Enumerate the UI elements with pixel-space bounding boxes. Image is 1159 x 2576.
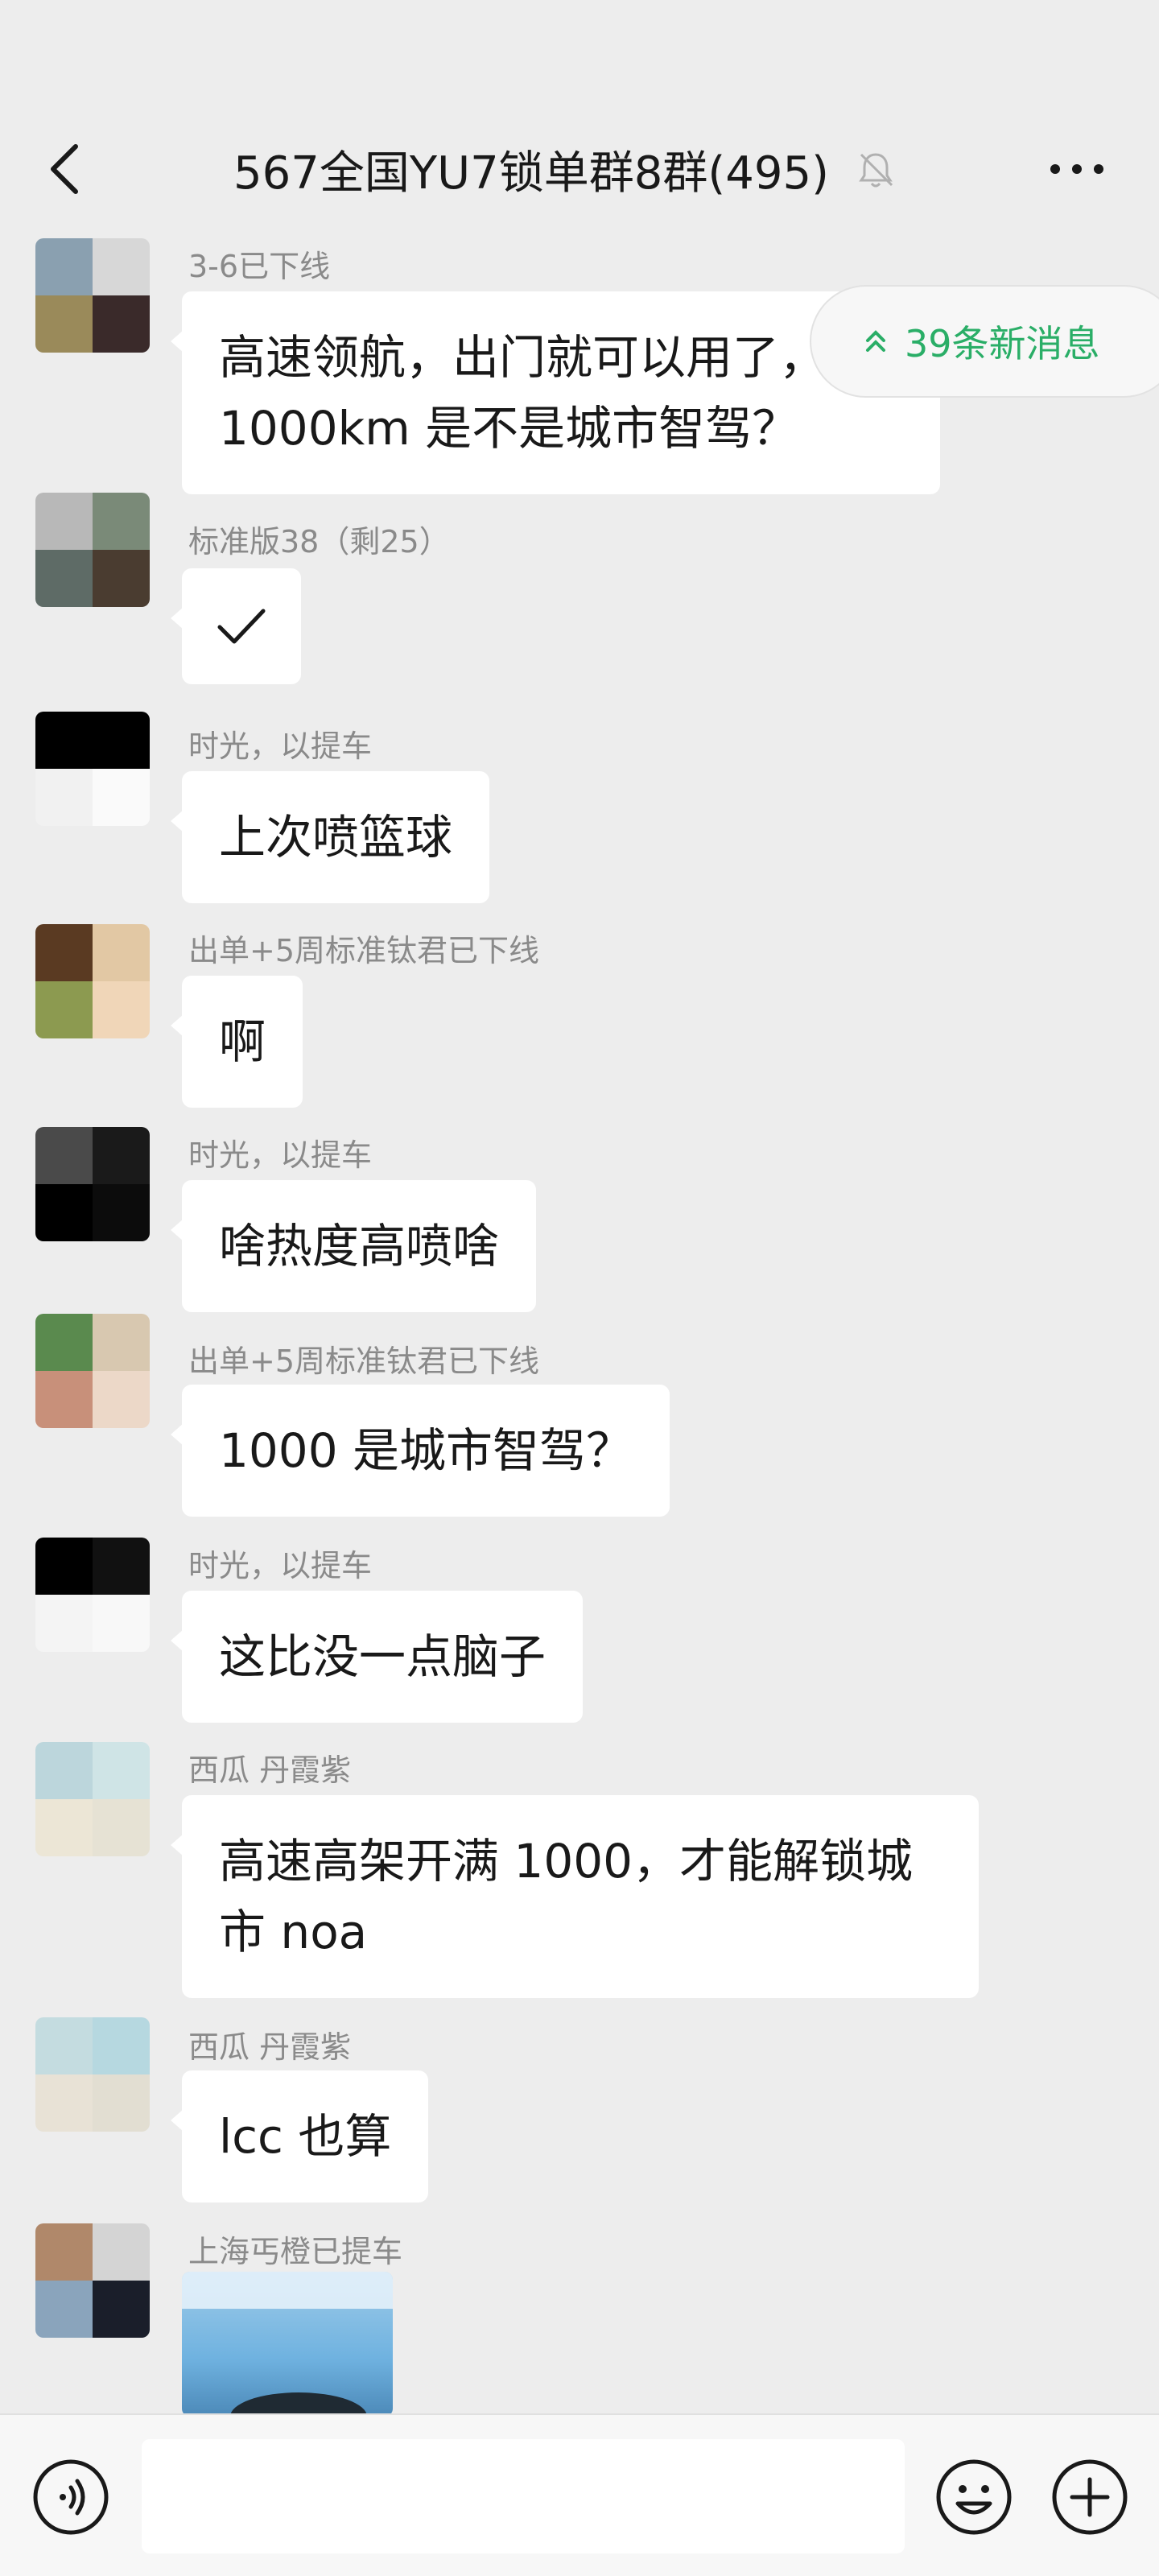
chat-header: 567全国YU7锁单群8群(495) [0, 0, 1159, 242]
avatar[interactable] [35, 2017, 150, 2132]
avatar[interactable] [35, 1538, 150, 1652]
sender-name: 出单+5周标准钛君已下线 [188, 933, 540, 968]
emoji-button[interactable] [934, 2457, 1014, 2537]
sender-name: 时光，以提车 [188, 1548, 373, 1583]
emoji-icon [936, 2459, 1012, 2535]
sender-name: 出单+5周标准钛君已下线 [188, 1344, 540, 1379]
sender-name: 西瓜 丹霞紫 [188, 1752, 352, 1788]
double-chevron-up-icon [864, 328, 887, 355]
bell-off-icon [855, 148, 897, 190]
sender-name: 3-6已下线 [188, 249, 331, 284]
message-text-line: 市 noa [219, 1905, 368, 1959]
message-bubble[interactable]: 这比没一点脑子 [170, 1591, 584, 1723]
chat-title: 567全国YU7锁单群8群(495) [233, 147, 829, 200]
message-bubble[interactable]: 1000 是城市智驾？ [170, 1385, 670, 1517]
sender-name: 西瓜 丹霞紫 [188, 2029, 352, 2065]
new-messages-button[interactable]: 39条新消息 [810, 285, 1159, 398]
sender-name: 上海丐橙已提车 [188, 2234, 403, 2269]
message-bubble[interactable] [171, 568, 301, 684]
voice-button[interactable] [31, 2457, 111, 2537]
avatar[interactable] [35, 238, 150, 353]
avatar[interactable] [35, 712, 150, 826]
message-text-line: 高速领航，出门就可以用了， [219, 330, 827, 385]
checkmark-icon [217, 609, 266, 644]
message-bubble[interactable]: 上次喷篮球 [170, 771, 490, 903]
message-bubble[interactable]: 高速高架开满 1000，才能解锁城 市 noa [171, 1795, 979, 1998]
message-bubble[interactable]: 啊 [170, 976, 303, 1108]
sender-name: 标准版38（剩25） [188, 524, 450, 559]
message-text-line: 1000km 是不是城市智驾？ [219, 401, 799, 456]
chat-title-area: 567全国YU7锁单群8群(495) [233, 138, 897, 200]
new-messages-label: 39条新消息 [905, 322, 1100, 365]
avatar[interactable] [35, 1127, 150, 1241]
avatar[interactable] [35, 2223, 150, 2338]
avatar[interactable] [35, 493, 150, 607]
avatar[interactable] [35, 924, 150, 1038]
sender-name: 时光，以提车 [188, 729, 373, 764]
plus-circle-icon [1052, 2459, 1128, 2535]
avatar[interactable] [35, 1742, 150, 1856]
more-dots-icon [1050, 164, 1103, 174]
avatar[interactable] [35, 1314, 150, 1428]
chevron-left-icon [51, 144, 78, 194]
message-bubble[interactable]: lcc 也算 [170, 2070, 429, 2202]
message-text-line: 高速高架开满 1000，才能解锁城 [219, 1834, 914, 1889]
more-button[interactable] [1046, 145, 1107, 193]
message-bubble[interactable]: 啥热度高喷啥 [170, 1180, 537, 1312]
photo-thumbnail[interactable] [182, 2272, 393, 2417]
input-bar [0, 2413, 1159, 2576]
message-input[interactable] [142, 2439, 905, 2553]
back-button[interactable] [40, 137, 89, 201]
sender-name: 时光，以提车 [188, 1137, 373, 1173]
voice-icon [33, 2459, 109, 2535]
plus-button[interactable] [1050, 2457, 1130, 2537]
